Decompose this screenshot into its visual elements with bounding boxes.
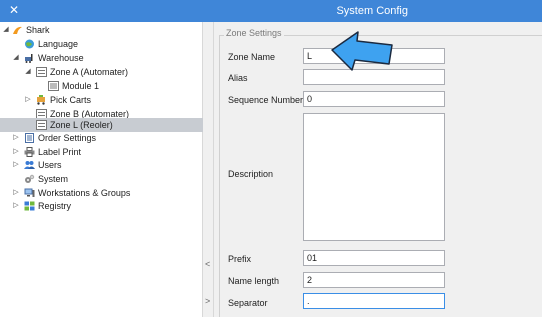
tree-item-label: Users [38, 160, 62, 170]
tree-item-label: Shark [26, 25, 50, 35]
prefix-input[interactable]: 01 [303, 250, 445, 266]
tree-item-label: Module 1 [62, 81, 100, 91]
expand-toggle[interactable]: ▷ [12, 186, 20, 200]
forklift-icon [24, 53, 35, 63]
window-title: System Config [336, 5, 408, 17]
tree-item-label: Order Settings [38, 133, 97, 143]
tree-item-registry[interactable]: ▷ Registry [0, 199, 203, 213]
expand-toggle[interactable]: ◢ [2, 23, 10, 37]
tree-item-label: Label Print [38, 147, 82, 157]
expand-toggle[interactable]: ▷ [12, 145, 20, 159]
collapse-arrow-icon[interactable]: < [205, 259, 210, 269]
tree-item-language[interactable]: Language [0, 37, 203, 51]
pane-splitter[interactable]: < > [203, 22, 214, 317]
tree-item-module-1[interactable]: Module 1 [0, 79, 203, 93]
expand-toggle[interactable]: ◢ [12, 51, 20, 65]
sequence-number-input[interactable]: 0 [303, 91, 445, 107]
zone-name-label: Zone Name [228, 52, 276, 62]
description-textarea[interactable] [303, 113, 445, 241]
tree-item-users[interactable]: ▷ Users [0, 158, 203, 172]
expand-toggle[interactable]: ▷ [12, 131, 20, 145]
name-length-label: Name length [228, 276, 280, 286]
tree-item-label: Zone L (Reoler) [50, 120, 113, 130]
tree-item-label: Registry [38, 201, 72, 211]
zone-icon [36, 120, 47, 130]
gears-icon [24, 174, 35, 184]
tree-item-zone-l[interactable]: Zone L (Reoler) [0, 118, 203, 132]
tree-item-zone-a[interactable]: ◢ Zone A (Automater) [0, 65, 203, 79]
cart-icon [36, 95, 47, 105]
tree-item-warehouse[interactable]: ◢ Warehouse [0, 51, 203, 65]
tree-item-label-print[interactable]: ▷ Label Print [0, 145, 203, 159]
zone-icon [36, 67, 47, 77]
title-bar: ✕ System Config [0, 0, 542, 22]
document-icon [24, 133, 35, 143]
workstation-icon [24, 188, 35, 198]
tree-item-label: Pick Carts [50, 95, 92, 105]
description-label: Description [228, 169, 274, 179]
users-icon [24, 160, 35, 170]
alias-label: Alias [228, 73, 248, 83]
tree-item-label: Workstations & Groups [38, 188, 131, 198]
tree-item-shark[interactable]: ◢ Shark [0, 23, 203, 37]
expand-toggle[interactable]: ▷ [24, 93, 32, 107]
separator-input[interactable]: . [303, 293, 445, 309]
tree-item-label: System [38, 174, 69, 184]
sequence-number-label: Sequence Number [228, 95, 304, 105]
name-length-input[interactable]: 2 [303, 272, 445, 288]
expand-arrow-icon[interactable]: > [205, 296, 210, 306]
registry-icon [24, 201, 35, 211]
pointer-arrow-icon [331, 31, 393, 71]
expand-toggle[interactable]: ▷ [12, 199, 20, 213]
tree-item-system[interactable]: System [0, 172, 203, 186]
expand-toggle[interactable]: ◢ [24, 65, 32, 79]
group-legend: Zone Settings [224, 28, 284, 38]
tree-item-label: Warehouse [38, 53, 84, 63]
tree-item-order-settings[interactable]: ▷ Order Settings [0, 131, 203, 145]
tree-item-label: Language [38, 39, 79, 49]
prefix-label: Prefix [228, 254, 252, 264]
globe-icon [24, 39, 35, 49]
printer-icon [24, 147, 35, 157]
tree-item-pick-carts[interactable]: ▷ Pick Carts [0, 93, 203, 107]
module-icon [48, 81, 59, 91]
expand-toggle[interactable]: ▷ [12, 158, 20, 172]
tree-item-workstations[interactable]: ▷ Workstations & Groups [0, 186, 203, 200]
shark-logo-icon [12, 25, 23, 35]
tree-item-label: Zone A (Automater) [50, 67, 129, 77]
config-tree[interactable]: ◢ Shark Language ◢ Warehouse ◢ Zone A (A… [0, 22, 203, 317]
separator-label: Separator [228, 298, 268, 308]
